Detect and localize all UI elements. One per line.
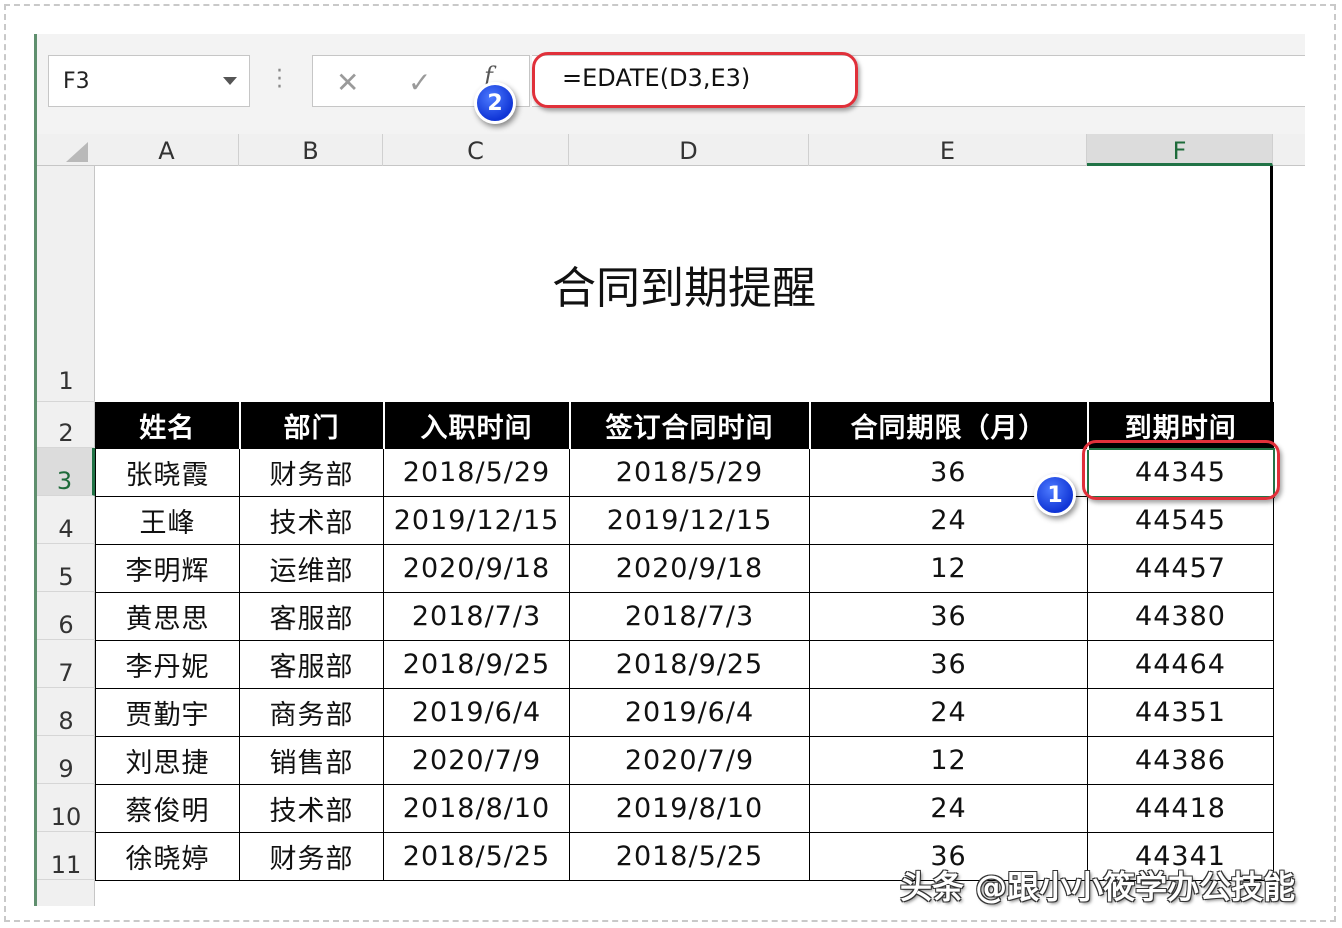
cell-department[interactable]: 财务部 — [239, 448, 384, 497]
cell-expiry-date[interactable]: 44386 — [1087, 736, 1274, 785]
table-row: 王峰 技术部 2019/12/15 2019/12/15 24 44545 — [95, 496, 1274, 545]
cell-expiry-date[interactable]: 44351 — [1087, 688, 1274, 737]
cell-department[interactable]: 客服部 — [239, 640, 384, 689]
cell-contract-date[interactable]: 2018/5/29 — [569, 448, 810, 497]
chevron-down-icon[interactable] — [223, 77, 237, 85]
table-row: 贾勤宇 商务部 2019/6/4 2019/6/4 24 44351 — [95, 688, 1274, 737]
cell-contract-term[interactable]: 12 — [809, 544, 1088, 593]
cell-name[interactable]: 李明辉 — [95, 544, 240, 593]
header-hire-date[interactable]: 入职时间 — [382, 402, 571, 449]
cell-expiry-date[interactable]: 44380 — [1087, 592, 1274, 641]
cell-name[interactable]: 李丹妮 — [95, 640, 240, 689]
header-contract-term[interactable]: 合同期限（月） — [808, 402, 1089, 449]
cell-contract-term[interactable]: 36 — [809, 592, 1088, 641]
cell-contract-term[interactable]: 24 — [809, 688, 1088, 737]
cell-contract-term[interactable]: 12 — [809, 736, 1088, 785]
cell-hire-date[interactable]: 2020/7/9 — [383, 736, 570, 785]
cell-contract-term[interactable]: 36 — [809, 640, 1088, 689]
row-header-10[interactable]: 10 — [37, 784, 95, 832]
cell-name[interactable]: 蔡俊明 — [95, 784, 240, 833]
cell-contract-date[interactable]: 2019/8/10 — [569, 784, 810, 833]
row-header-5[interactable]: 5 — [37, 544, 95, 592]
cell-name[interactable]: 刘思捷 — [95, 736, 240, 785]
cell-hire-date[interactable]: 2019/12/15 — [383, 496, 570, 545]
row-header-7[interactable]: 7 — [37, 640, 95, 688]
cell-department[interactable]: 技术部 — [239, 496, 384, 545]
cell-contract-date[interactable]: 2019/6/4 — [569, 688, 810, 737]
step-badge-1: 1 — [1034, 474, 1076, 516]
header-contract-date[interactable]: 签订合同时间 — [568, 402, 811, 449]
cell-contract-date[interactable]: 2019/12/15 — [569, 496, 810, 545]
row-header-3[interactable]: 3 — [37, 448, 95, 496]
cell-contract-date[interactable]: 2020/7/9 — [569, 736, 810, 785]
name-box-value: F3 — [63, 69, 90, 94]
cell-department[interactable]: 财务部 — [239, 832, 384, 881]
cell-department[interactable]: 运维部 — [239, 544, 384, 593]
cell-contract-date[interactable]: 2018/7/3 — [569, 592, 810, 641]
cell-hire-date[interactable]: 2018/7/3 — [383, 592, 570, 641]
column-header-a[interactable]: A — [95, 134, 239, 166]
cell-name[interactable]: 贾勤宇 — [95, 688, 240, 737]
watermark: 头条 @跟小小筱学办公技能 — [900, 868, 1296, 906]
column-header-b[interactable]: B — [239, 134, 383, 166]
column-header-e[interactable]: E — [809, 134, 1087, 166]
step-badge-2: 2 — [474, 82, 516, 124]
cell-department[interactable]: 技术部 — [239, 784, 384, 833]
header-name[interactable]: 姓名 — [95, 402, 241, 449]
cell-department[interactable]: 销售部 — [239, 736, 384, 785]
cell-contract-date[interactable]: 2018/9/25 — [569, 640, 810, 689]
cell-expiry-date[interactable]: 44457 — [1087, 544, 1274, 593]
cell-hire-date[interactable]: 2019/6/4 — [383, 688, 570, 737]
row-header-11[interactable]: 11 — [37, 832, 95, 880]
cancel-icon[interactable]: ✕ — [336, 66, 359, 99]
cell-hire-date[interactable]: 2020/9/18 — [383, 544, 570, 593]
sheet-title: 合同到期提醒 — [552, 263, 816, 314]
table-row: 李明辉 运维部 2020/9/18 2020/9/18 12 44457 — [95, 544, 1274, 593]
cell-hire-date[interactable]: 2018/9/25 — [383, 640, 570, 689]
row-header-9[interactable]: 9 — [37, 736, 95, 784]
header-department[interactable]: 部门 — [238, 402, 385, 449]
cell-name[interactable]: 徐晓婷 — [95, 832, 240, 881]
row-header-8[interactable]: 8 — [37, 688, 95, 736]
cell-name[interactable]: 王峰 — [95, 496, 240, 545]
cell-department[interactable]: 商务部 — [239, 688, 384, 737]
cell-expiry-date[interactable]: 44545 — [1087, 496, 1274, 545]
select-all-corner[interactable] — [66, 142, 88, 162]
table-row: 蔡俊明 技术部 2018/8/10 2019/8/10 24 44418 — [95, 784, 1274, 833]
cell-contract-date[interactable]: 2018/5/25 — [569, 832, 810, 881]
column-header-f[interactable]: F — [1087, 134, 1273, 166]
cell-name[interactable]: 黄思思 — [95, 592, 240, 641]
cell-hire-date[interactable]: 2018/8/10 — [383, 784, 570, 833]
cell-hire-date[interactable]: 2018/5/29 — [383, 448, 570, 497]
more-options-icon[interactable]: · · · — [276, 61, 283, 99]
table-row: 刘思捷 销售部 2020/7/9 2020/7/9 12 44386 — [95, 736, 1274, 785]
cell-contract-date[interactable]: 2020/9/18 — [569, 544, 810, 593]
enter-icon[interactable]: ✓ — [408, 66, 431, 99]
column-header-c[interactable]: C — [383, 134, 569, 166]
cell-annotation-circle — [1082, 440, 1280, 500]
cell-contract-term[interactable]: 24 — [809, 784, 1088, 833]
row-header-1[interactable]: 1 — [37, 166, 95, 402]
row-header-4[interactable]: 4 — [37, 496, 95, 544]
row-header-2[interactable]: 2 — [37, 402, 95, 448]
name-box[interactable]: F3 — [48, 55, 250, 107]
cell-expiry-date[interactable]: 44418 — [1087, 784, 1274, 833]
table-row: 李丹妮 客服部 2018/9/25 2018/9/25 36 44464 — [95, 640, 1274, 689]
table-row: 黄思思 客服部 2018/7/3 2018/7/3 36 44380 — [95, 592, 1274, 641]
formula-annotation-circle — [532, 52, 858, 108]
cell-hire-date[interactable]: 2018/5/25 — [383, 832, 570, 881]
column-header-d[interactable]: D — [569, 134, 809, 166]
row-header-6[interactable]: 6 — [37, 592, 95, 640]
cell-name[interactable]: 张晓霞 — [95, 448, 240, 497]
cell-department[interactable]: 客服部 — [239, 592, 384, 641]
cell-expiry-date[interactable]: 44464 — [1087, 640, 1274, 689]
